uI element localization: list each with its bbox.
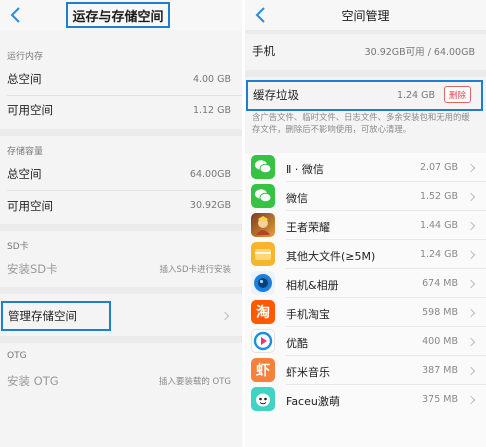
- app-row[interactable]: Faceu激萌 375 MB: [245, 385, 486, 414]
- right-screen: 空间管理 手机 30.92GB可用 / 64.00GB 缓存垃圾 1.24 GB…: [245, 0, 486, 447]
- ram-section-label: 运行内存: [7, 52, 44, 62]
- wechat-icon: [251, 184, 275, 208]
- faceu-icon: [251, 387, 275, 411]
- storage-section-label: 存储容量: [7, 147, 44, 157]
- install-otg-hint: 插入要装载的 OTG: [158, 377, 231, 387]
- otg-section-label: OTG: [7, 351, 27, 361]
- back-icon[interactable]: [8, 5, 24, 25]
- wechat-icon: [251, 155, 275, 179]
- chevron-right-icon: [468, 396, 476, 406]
- install-sd-label: 安装SD卡: [7, 262, 58, 276]
- camera-icon: [251, 271, 275, 295]
- chevron-right-icon: [468, 338, 476, 348]
- app-size: 400 MB: [422, 336, 458, 347]
- app-list: Ⅱ · 微信 2.07 GB 微信 1.52 GB 王者荣耀 1.44 GB 其…: [245, 153, 486, 447]
- app-row[interactable]: 优酷 400 MB: [245, 327, 486, 356]
- section-divider: [245, 70, 486, 77]
- app-size: 375 MB: [422, 394, 458, 405]
- svg-text:虾: 虾: [256, 362, 270, 379]
- install-otg-label: 安装 OTG: [7, 374, 59, 388]
- app-row[interactable]: 王者荣耀 1.44 GB: [245, 211, 486, 240]
- app-name: Ⅱ · 微信: [286, 163, 324, 176]
- app-name: 微信: [286, 192, 308, 205]
- chevron-right-icon: [468, 222, 476, 232]
- left-screen: 运存与存储空间 运行内存 总空间 4.00 GB 可用空间 1.12 GB 存储…: [0, 0, 242, 447]
- app-row[interactable]: 淘 手机淘宝 598 MB: [245, 298, 486, 327]
- storage-available-label: 可用空间: [7, 198, 53, 213]
- app-name: Faceu激萌: [286, 395, 340, 408]
- app-size: 2.07 GB: [419, 162, 458, 173]
- app-name: 相机&相册: [286, 279, 339, 292]
- section-divider: [0, 287, 242, 294]
- storage-total-label: 总空间: [7, 167, 42, 181]
- app-row[interactable]: Ⅱ · 微信 2.07 GB: [245, 153, 486, 182]
- storage-available-row: 可用空间 30.92GB: [0, 191, 242, 220]
- app-row[interactable]: 虾 虾米音乐 387 MB: [245, 356, 486, 385]
- chevron-right-icon: [468, 367, 476, 377]
- storage-total-row: 总空间 64.00GB: [0, 159, 242, 189]
- app-name: 优酷: [286, 337, 308, 350]
- xiami-music-icon: 虾: [251, 358, 275, 382]
- ram-available-value: 1.12 GB: [192, 104, 231, 116]
- honor-of-kings-icon: [251, 213, 275, 237]
- chevron-right-icon: [468, 193, 476, 203]
- svg-text:淘: 淘: [256, 304, 270, 321]
- highlight-box: [246, 80, 483, 111]
- app-size: 598 MB: [422, 307, 458, 318]
- folder-icon: [251, 242, 275, 266]
- app-row[interactable]: 其他大文件(≥5M) 1.24 GB: [245, 240, 486, 269]
- app-row[interactable]: 相机&相册 674 MB: [245, 269, 486, 298]
- app-size: 1.44 GB: [419, 220, 458, 231]
- sd-section-label: SD卡: [7, 242, 29, 252]
- ram-available-row: 可用空间 1.12 GB: [0, 96, 242, 124]
- storage-available-value: 30.92GB: [189, 200, 231, 211]
- install-sd-hint: 插入SD卡进行安装: [159, 265, 231, 275]
- install-otg-row: 安装 OTG 插入要装载的 OTG: [0, 366, 242, 396]
- app-name: 手机淘宝: [286, 308, 330, 321]
- phone-storage-row: 手机 30.92GB可用 / 64.00GB: [245, 36, 486, 66]
- app-name: 王者荣耀: [286, 221, 330, 234]
- storage-total-value: 64.00GB: [189, 168, 231, 180]
- taobao-icon: 淘: [251, 300, 275, 324]
- top-bar: 运存与存储空间: [0, 0, 242, 30]
- section-divider: [245, 30, 486, 34]
- chevron-right-icon: [222, 312, 230, 322]
- chevron-right-icon: [468, 251, 476, 261]
- ram-total-label: 总空间: [7, 72, 42, 86]
- chevron-right-icon: [468, 280, 476, 290]
- section-divider: [0, 224, 242, 231]
- install-sd-row: 安装SD卡 插入SD卡进行安装: [0, 254, 242, 284]
- phone-label: 手机: [252, 44, 275, 58]
- section-divider: [0, 129, 242, 136]
- ram-available-label: 可用空间: [7, 103, 53, 117]
- app-row[interactable]: 微信 1.52 GB: [245, 182, 486, 211]
- app-size: 674 MB: [422, 278, 458, 289]
- app-size: 387 MB: [422, 365, 458, 376]
- ram-total-value: 4.00 GB: [192, 73, 231, 85]
- youku-icon: [251, 329, 275, 353]
- chevron-right-icon: [468, 309, 476, 319]
- app-name: 虾米音乐: [286, 366, 330, 379]
- app-size: 1.52 GB: [419, 191, 458, 202]
- app-size: 1.24 GB: [419, 249, 458, 260]
- top-bar: 空间管理: [245, 0, 486, 30]
- app-name: 其他大文件(≥5M): [286, 250, 376, 263]
- section-divider: [0, 336, 242, 343]
- page-title: 运存与存储空间: [66, 2, 170, 28]
- phone-storage-value: 30.92GB可用 / 64.00GB: [364, 47, 475, 58]
- ram-total-row: 总空间 4.00 GB: [0, 64, 242, 94]
- cache-description: 含广告文件、临时文件、日志文件、多余安装包和无用的缓存文件，删除后不影响使用，可…: [252, 112, 470, 134]
- chevron-right-icon: [468, 164, 476, 174]
- highlight-box: [1, 301, 111, 331]
- page-title: 空间管理: [341, 9, 390, 23]
